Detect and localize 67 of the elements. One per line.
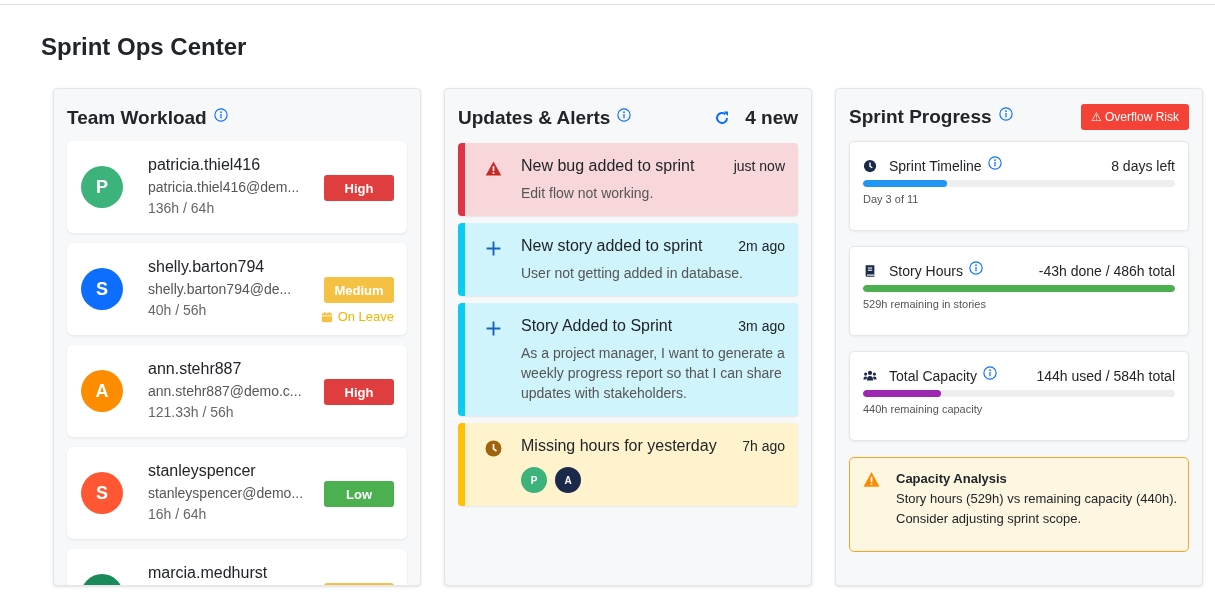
metric-note: 529h remaining in stories — [863, 298, 987, 310]
info-icon — [982, 366, 997, 380]
plus-icon — [484, 240, 502, 257]
new-count: 4 new — [745, 107, 798, 129]
alert-title: Missing hours for yesterday — [521, 437, 717, 455]
panel-title: Team Workload — [67, 107, 207, 129]
info-icon — [213, 108, 228, 122]
member-email: ann.stehr887@demo.c... — [148, 383, 303, 399]
refresh-icon — [714, 110, 731, 126]
leave-status: On Leave — [337, 309, 394, 324]
alert-message: User not getting added in database. — [521, 264, 744, 283]
metric-title: Story Hours — [889, 263, 963, 279]
member-email: patricia.thiel416@dem... — [148, 179, 301, 195]
member-name: ann.stehr887 — [148, 360, 243, 378]
analysis-title: Capacity Analysis — [896, 471, 1008, 486]
info-icon — [617, 108, 632, 122]
panel-title: Sprint Progress — [849, 106, 992, 128]
info-icon — [968, 261, 983, 275]
clock-icon — [484, 440, 502, 457]
book-icon — [863, 264, 877, 278]
workload-badge: High — [324, 175, 394, 201]
member-hours: 121.33h / 56h — [148, 404, 235, 420]
avatar: A — [81, 370, 123, 412]
alert-title: New bug added to sprint — [521, 157, 695, 175]
alert-time: 7h ago — [742, 438, 785, 455]
plus-icon — [484, 320, 502, 337]
alert-title: Story Added to Sprint — [521, 317, 673, 335]
panel-title: Updates & Alerts — [458, 107, 611, 129]
metric-value: 144h used / 584h total — [1036, 368, 1175, 384]
member-hours: 16h / 64h — [148, 506, 208, 522]
alert-message: Edit flow not working. — [521, 184, 655, 203]
avatar: P — [81, 166, 123, 208]
member-email: shelly.barton794@de... — [148, 281, 293, 297]
metric-value: -43h done / 486h total — [1038, 263, 1175, 279]
metric-note: 440h remaining capacity — [863, 403, 984, 415]
metric-value: 8 days left — [1111, 158, 1175, 174]
member-name: marcia.medhurst — [148, 564, 269, 582]
member-name: stanleyspencer — [148, 462, 257, 480]
member-name: patricia.thiel416 — [148, 156, 262, 174]
member-hours: 136h / 64h — [148, 200, 216, 216]
avatar: A — [555, 467, 581, 493]
alert-message: As a project manager, I want to generate a weekly progress report so that I can share updates with stakeholders. — [521, 344, 785, 403]
member-email: stanleyspencer@demo... — [148, 485, 305, 501]
alert-time: 3m ago — [738, 318, 785, 335]
metric-note: Day 3 of 11 — [863, 193, 920, 205]
metric-title: Sprint Timeline — [889, 158, 982, 174]
people-icon — [863, 369, 877, 383]
analysis-text: Story hours (529h) vs remaining capacity (440h). Consider adjusting sprint scope. — [896, 490, 1178, 528]
warning-icon — [484, 160, 502, 177]
risk-badge: ⚠ Overflow Risk — [1080, 104, 1189, 130]
info-icon — [987, 156, 1002, 170]
warning-icon — [863, 471, 880, 488]
clock-icon — [863, 159, 877, 173]
member-name: shelly.barton794 — [148, 258, 266, 276]
page-title: Sprint Ops Center — [41, 32, 248, 62]
info-icon — [998, 107, 1013, 121]
member-hours: 40h / 56h — [148, 302, 208, 318]
avatar: S — [81, 472, 123, 514]
workload-badge: Low — [324, 481, 394, 507]
alert-title: New story added to sprint — [521, 237, 703, 255]
alert-time: 2m ago — [738, 238, 785, 255]
metric-title: Total Capacity — [889, 368, 977, 384]
workload-badge: High — [324, 379, 394, 405]
alert-time: just now — [733, 158, 785, 175]
avatar: S — [81, 268, 123, 310]
avatar: P — [521, 467, 547, 493]
workload-badge: Medium — [324, 277, 394, 303]
